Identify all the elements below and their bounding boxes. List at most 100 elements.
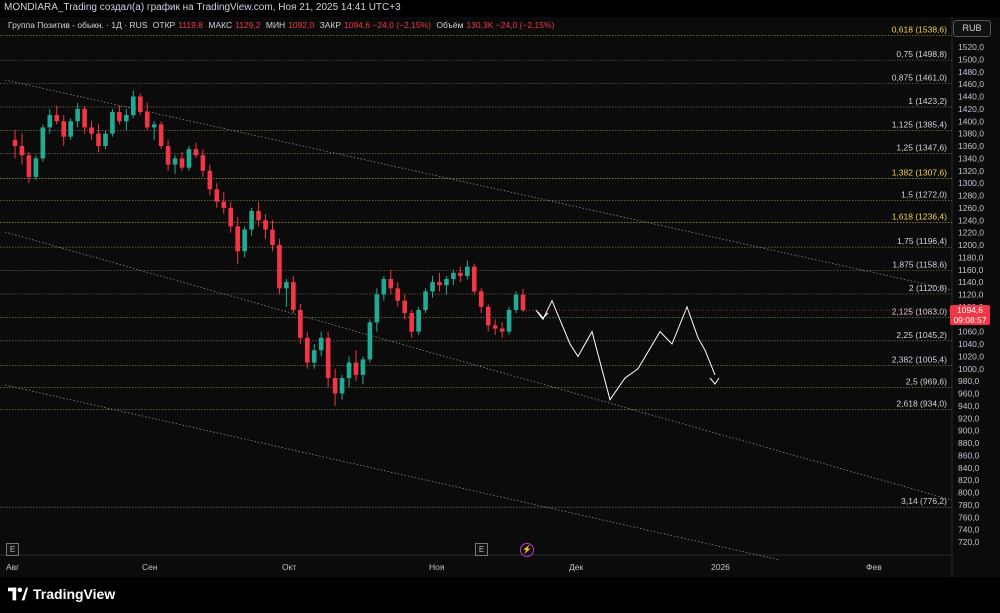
- fib-level-label: 2,382 (1005,4): [892, 354, 947, 364]
- fib-level-label: 0,618 (1538,6): [892, 24, 947, 34]
- candle-body: [485, 306, 491, 326]
- fib-level-label: 1,25 (1347,6): [896, 143, 947, 153]
- y-tick-label: 1000,0: [958, 364, 984, 374]
- y-tick-label: 960,0: [958, 389, 980, 399]
- fib-level-label: 1 (1423,2): [908, 96, 947, 106]
- tradingview-logo[interactable]: TradingView: [8, 586, 115, 602]
- candle-body: [47, 115, 53, 128]
- candle-body: [492, 325, 498, 329]
- y-tick-label: 760,0: [958, 512, 980, 522]
- candle-body: [520, 294, 526, 311]
- y-tick-label: 840,0: [958, 463, 980, 473]
- y-tick-label: 800,0: [958, 488, 980, 498]
- y-tick-label: 1140,0: [958, 277, 984, 287]
- y-tick-label: 1260,0: [958, 203, 984, 213]
- candle-body: [75, 108, 80, 122]
- y-tick-label: 1040,0: [958, 339, 984, 349]
- last-price-tag: 1094,6 09:08:57: [950, 305, 990, 325]
- x-tick-label: Окт: [282, 562, 296, 572]
- candle-body: [110, 111, 115, 134]
- forecast-path: [535, 299, 716, 401]
- candle-body: [465, 266, 470, 276]
- candle-body: [430, 282, 435, 292]
- candle-body: [402, 300, 407, 314]
- candle-body: [284, 282, 289, 289]
- candle-body: [82, 108, 87, 128]
- last-price-value: 1094,6: [957, 305, 983, 315]
- y-tick-label: 1340,0: [958, 153, 984, 163]
- y-tick-label: 1380,0: [958, 129, 984, 139]
- candle-body: [200, 155, 206, 171]
- y-tick-label: 740,0: [958, 525, 980, 535]
- earnings-icon[interactable]: E: [475, 543, 488, 556]
- candle-body: [242, 229, 247, 252]
- candle-body: [423, 291, 428, 310]
- price-chart[interactable]: 1520,0 1500,0 1480,0 1460,0 1440,0 1420,0 1400…: [0, 0, 1000, 577]
- y-tick-label: 1420,0: [958, 104, 984, 114]
- y-tick-label: 820,0: [958, 475, 980, 485]
- candle-body: [367, 322, 373, 360]
- trend-channel-line: [4, 384, 781, 561]
- fib-level-label: 1,5 (1272,0): [901, 189, 947, 199]
- candle-body: [165, 146, 171, 165]
- candle-body: [137, 96, 143, 112]
- candle-body: [318, 337, 324, 351]
- bottom-bar: [0, 577, 1000, 613]
- x-tick-label: Сен: [142, 562, 158, 572]
- y-tick-label: 1120,0: [958, 290, 984, 300]
- candle-body: [263, 220, 268, 230]
- events-icon[interactable]: E: [6, 543, 19, 556]
- y-tick-label: 920,0: [958, 413, 980, 423]
- y-tick-label: 1500,0: [958, 54, 984, 64]
- candle-body: [186, 149, 192, 168]
- candle-body: [68, 121, 73, 137]
- candle-body: [179, 158, 185, 168]
- fib-level-label: 0,875 (1461,0): [892, 73, 947, 83]
- candle-body: [40, 127, 46, 159]
- candle-body: [444, 279, 449, 286]
- y-tick-label: 720,0: [958, 537, 980, 547]
- y-tick-label: 1280,0: [958, 191, 984, 201]
- candle-body: [228, 207, 234, 227]
- fib-level-label: 1,382 (1307,6): [892, 167, 947, 177]
- candle-body: [193, 149, 199, 156]
- candle-body: [89, 127, 94, 134]
- candle-body: [339, 378, 345, 394]
- candle-body: [124, 115, 129, 122]
- candle-body: [458, 272, 463, 276]
- candle-body: [235, 226, 240, 252]
- y-tick-label: 1240,0: [958, 215, 984, 225]
- y-tick-label: 1480,0: [958, 67, 984, 77]
- candle-body: [416, 309, 421, 332]
- candle-body: [33, 158, 39, 177]
- candle-body: [26, 155, 32, 177]
- candle-body: [451, 272, 456, 280]
- y-tick-label: 1320,0: [958, 166, 984, 176]
- y-tick-label: 1220,0: [958, 228, 984, 238]
- candle-body: [311, 350, 317, 363]
- forecast-arrowhead: [709, 377, 720, 385]
- candle-body: [437, 282, 442, 286]
- fib-level-label: 0,75 (1498,8): [896, 49, 947, 59]
- y-tick-label: 1360,0: [958, 141, 984, 151]
- y-tick-label: 1440,0: [958, 92, 984, 102]
- candle-body: [409, 313, 414, 332]
- x-tick-label: Авг: [6, 562, 19, 572]
- candle-body: [19, 146, 25, 156]
- candle-body: [172, 158, 178, 165]
- candle-body: [506, 309, 512, 332]
- brand-name: TradingView: [33, 586, 116, 602]
- y-tick-label: 1520,0: [958, 42, 984, 52]
- candle-body: [353, 362, 359, 375]
- y-tick-label: 1160,0: [958, 265, 984, 275]
- candle-body: [144, 111, 150, 128]
- y-tick-label: 1300,0: [958, 178, 984, 188]
- candle-body: [395, 288, 401, 301]
- candle-body: [12, 139, 18, 146]
- candle-body: [346, 362, 352, 379]
- flash-icon[interactable]: ⚡: [520, 543, 534, 557]
- y-tick-label: 780,0: [958, 500, 980, 510]
- x-tick-label: 2026: [711, 562, 730, 572]
- candle-body: [158, 124, 164, 146]
- y-tick-label: 1400,0: [958, 116, 984, 126]
